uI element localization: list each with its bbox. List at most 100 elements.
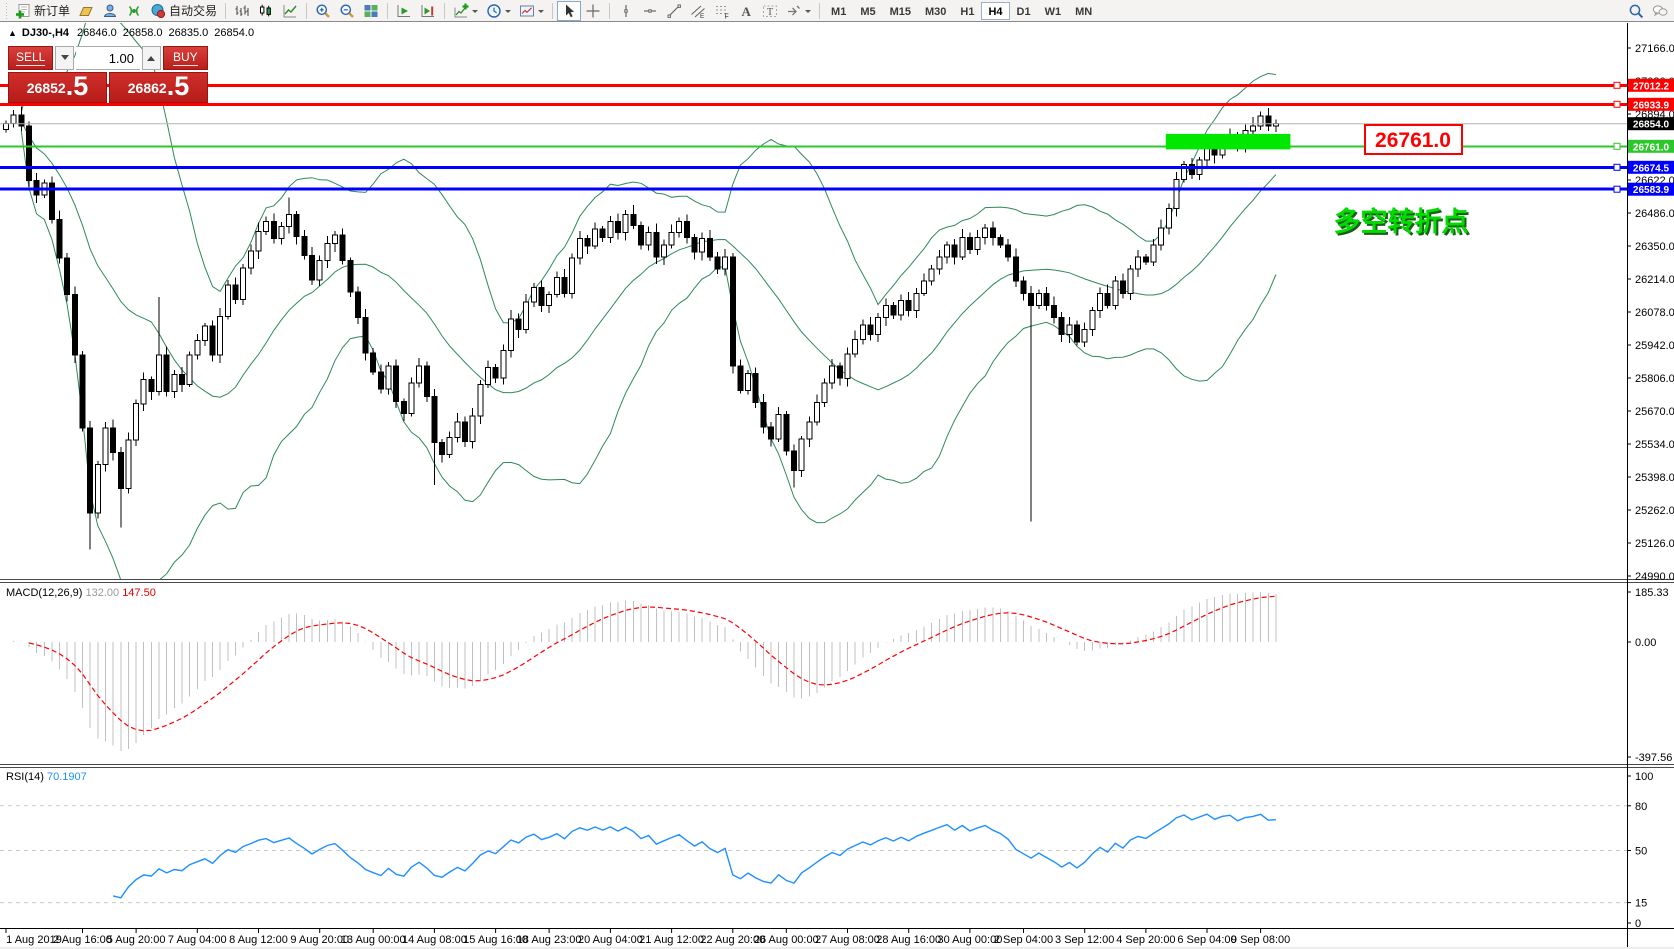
timeframe-m5-button[interactable]: M5 [853,2,882,20]
svg-text:26933.9: 26933.9 [1633,100,1670,111]
ohlc-high: 26858.0 [123,27,163,39]
volume-increase-button[interactable] [142,46,161,70]
vertical-line-button[interactable] [614,1,638,21]
timeframe-w1-button[interactable]: W1 [1038,2,1069,20]
search-button[interactable] [1624,1,1648,21]
equidistant-channel-button[interactable]: E [686,1,710,21]
trendline-button[interactable] [662,1,686,21]
svg-text:20 Aug 04:00: 20 Aug 04:00 [578,934,643,946]
timeframe-h1-button[interactable]: H1 [953,2,981,20]
fibonacci-icon: F [714,3,730,19]
charts-button[interactable] [74,1,98,21]
periods-icon [486,3,502,19]
bar-chart-button[interactable] [230,1,254,21]
cursor-icon [561,3,577,19]
fibonacci-button[interactable]: F [710,1,734,21]
buy-price[interactable]: 26862.5 [109,72,208,103]
indicators-button[interactable] [449,1,482,21]
chat-button[interactable] [1648,1,1672,21]
svg-text:13 Aug 00:00: 13 Aug 00:00 [341,934,406,946]
zoom-out-icon [339,3,355,19]
tile-windows-button[interactable] [359,1,383,21]
shapes-icon [786,3,802,19]
timeframe-d1-button[interactable]: D1 [1010,2,1038,20]
auto-scroll-button[interactable] [392,1,416,21]
svg-text:26214.0: 26214.0 [1635,274,1674,286]
chart-shift-button[interactable] [416,1,440,21]
crosshair-button[interactable] [581,1,605,21]
dropdown-caret-icon [538,10,544,16]
svg-text:25942.0: 25942.0 [1635,340,1674,352]
line-chart-button[interactable] [278,1,302,21]
auto-scroll-icon [396,3,412,19]
sell-button[interactable]: SELL [8,46,53,70]
timeframe-m1-button[interactable]: M1 [824,2,853,20]
timeframe-m30-button[interactable]: M30 [918,2,953,20]
rsi-label: RSI(14) 70.1907 [6,771,87,783]
profiles-button[interactable] [98,1,122,21]
mt4-window: 新订单 自动交易 EFAT M1M5M15M30H1H4D1W1MN 26761.0 多… [0,0,1674,949]
axis-price-label: 26933.9 [1628,98,1674,112]
buy-button[interactable]: BUY [163,46,208,70]
zoom-in-button[interactable] [311,1,335,21]
svg-text:26761.0: 26761.0 [1375,129,1451,152]
axis-price-label: 26674.5 [1628,161,1674,175]
svg-text:26854.0: 26854.0 [1633,120,1670,131]
signals-button[interactable] [122,1,146,21]
svg-text:25126.0: 25126.0 [1635,538,1674,550]
price-callout[interactable]: 26761.0 [1365,125,1462,154]
templates-button[interactable] [515,1,548,21]
line-handle[interactable] [1614,164,1620,170]
autotrading-button[interactable]: 自动交易 [146,1,221,21]
svg-text:24990.0: 24990.0 [1635,571,1674,583]
horizontal-line-button[interactable] [638,1,662,21]
svg-text:26350.0: 26350.0 [1635,241,1674,253]
svg-text:2 Sep 04:00: 2 Sep 04:00 [994,934,1053,946]
annotation-text[interactable]: 多空转折点多空转折点 [1334,206,1471,239]
zoom-in-icon [315,3,331,19]
hline-icon [642,3,658,19]
timeframe-m15-button[interactable]: M15 [883,2,918,20]
collapse-icon[interactable]: ▲ [8,28,17,38]
line-handle[interactable] [1614,101,1620,107]
svg-text:26761.0: 26761.0 [1633,142,1670,153]
new-order-button[interactable]: 新订单 [11,1,74,21]
volume-decrease-button[interactable] [55,46,74,70]
line-icon [282,3,298,19]
svg-text:25262.0: 25262.0 [1635,505,1674,517]
chart-area[interactable]: 26761.0多空转折点多空转折点MACD(12,26,9) 132.00 14… [0,23,1674,949]
svg-text:0: 0 [1635,918,1641,930]
svg-text:多空转折点: 多空转折点 [1334,206,1469,237]
line-handle[interactable] [1614,143,1620,149]
volume-input[interactable] [76,46,140,70]
toolbar-separator [225,3,226,19]
ohlc-close: 26854.0 [214,27,254,39]
text-icon: A [738,3,754,19]
dropdown-caret-icon [505,10,511,16]
cursor-button[interactable] [557,1,581,21]
toolbar: 新订单 自动交易 EFAT M1M5M15M30H1H4D1W1MN [0,0,1674,22]
periods-button[interactable] [482,1,515,21]
candlestick-chart-button[interactable] [254,1,278,21]
svg-text:25398.0: 25398.0 [1635,472,1674,484]
svg-text:8 Aug 12:00: 8 Aug 12:00 [229,934,288,946]
highlight-rectangle[interactable] [1166,134,1291,150]
search-icon [1628,3,1644,19]
autotrading-icon [150,3,166,19]
svg-text:27 Aug 08:00: 27 Aug 08:00 [815,934,880,946]
axis-price-label: 26761.0 [1628,140,1674,154]
text-button[interactable]: A [734,1,758,21]
zoom-out-button[interactable] [335,1,359,21]
svg-text:80: 80 [1635,801,1647,813]
toolbar-separator [444,3,445,19]
sell-price[interactable]: 26852.5 [8,72,107,103]
timeframe-mn-button[interactable]: MN [1068,2,1099,20]
line-handle[interactable] [1614,186,1620,192]
chart-shift-icon [420,3,436,19]
timeframe-h4-button[interactable]: H4 [981,2,1009,20]
line-handle[interactable] [1614,82,1620,88]
price-chart[interactable]: 26761.0多空转折点多空转折点MACD(12,26,9) 132.00 14… [0,23,1674,949]
svg-text:-397.56: -397.56 [1635,752,1672,764]
text-label-button[interactable]: T [758,1,782,21]
arrows-button[interactable] [782,1,815,21]
